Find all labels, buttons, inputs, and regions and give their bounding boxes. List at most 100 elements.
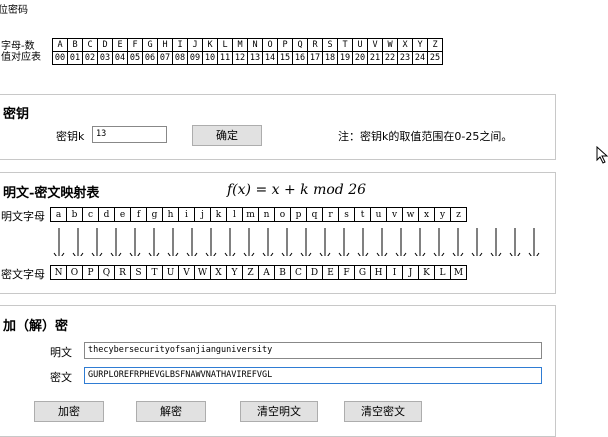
cipher-letter-cell: U (162, 265, 179, 280)
plain-letter-cell: h (162, 207, 179, 222)
plain-letters-row: abcdefghijklmnopqrstuvwxyz (50, 207, 467, 222)
plain-letter-cell: o (274, 207, 291, 222)
down-arrow-icon (414, 228, 426, 256)
down-arrow-icon (319, 228, 331, 256)
code-number-cell: 21 (367, 51, 383, 65)
down-arrow-icon (53, 228, 65, 256)
code-number-cell: 17 (307, 51, 323, 65)
code-number-cell: 04 (112, 51, 128, 65)
code-number-cell: 07 (157, 51, 173, 65)
code-number-cell: 20 (352, 51, 368, 65)
map-panel-title: 明文-密文映射表 (3, 186, 100, 201)
code-number-cell: 00 (52, 51, 68, 65)
down-arrow-icon (167, 228, 179, 256)
plain-letter-cell: u (370, 207, 387, 222)
down-arrow-icon (300, 228, 312, 256)
code-letter-cell: N (247, 38, 263, 52)
plain-letter-cell: n (258, 207, 275, 222)
confirm-button[interactable]: 确定 (192, 125, 262, 146)
plain-letter-cell: s (338, 207, 355, 222)
code-letter-cell: G (142, 38, 158, 52)
code-number-cell: 01 (67, 51, 83, 65)
code-number-cell: 23 (397, 51, 413, 65)
cipher-letter-cell: R (114, 265, 131, 280)
cipher-letter-cell: T (146, 265, 163, 280)
cipher-letter-cell: M (450, 265, 467, 280)
code-number-cell: 16 (292, 51, 308, 65)
code-number-cell: 06 (142, 51, 158, 65)
clear-ciphertext-button[interactable]: 清空密文 (344, 401, 422, 422)
code-letter-cell: P (277, 38, 293, 52)
down-arrow-icon (509, 228, 521, 256)
cipher-letter-cell: Y (226, 265, 243, 280)
down-arrow-icon (186, 228, 198, 256)
down-arrow-icon (528, 228, 540, 256)
cipher-letter-cell: E (322, 265, 339, 280)
code-letter-cell: E (112, 38, 128, 52)
down-arrow-icon (281, 228, 293, 256)
plain-letter-cell: p (290, 207, 307, 222)
code-number-cell: 03 (97, 51, 113, 65)
down-arrow-icon (433, 228, 445, 256)
code-number-cell: 15 (277, 51, 293, 65)
code-numbers-row: 00 01 02 03 04 05 06 07 08 09 10 11 12 13 14 15 16 17 18 19… (52, 51, 443, 65)
plain-letter-cell: f (130, 207, 147, 222)
down-arrow-icon (395, 228, 407, 256)
cipher-letter-cell: P (82, 265, 99, 280)
down-arrow-icon (262, 228, 274, 256)
code-number-cell: 13 (247, 51, 263, 65)
plain-letter-cell: l (226, 207, 243, 222)
code-letter-cell: I (172, 38, 188, 52)
cipher-letters-table: NOPQRSTUVWXYZABCDEFGHIJKLM (50, 265, 467, 280)
down-arrow-icon (376, 228, 388, 256)
ciphertext-input[interactable]: GURPLOREFRPHEVGLBSFNAWVNATHAVIREFVGL (84, 367, 542, 384)
code-number-cell: 22 (382, 51, 398, 65)
code-number-cell: 25 (427, 51, 443, 65)
decrypt-button[interactable]: 解密 (136, 401, 206, 422)
key-input[interactable]: 13 (92, 126, 167, 143)
cipher-letter-cell: B (274, 265, 291, 280)
mouse-cursor-icon (596, 146, 608, 164)
down-arrow-icon (224, 228, 236, 256)
code-letter-cell: Y (412, 38, 428, 52)
crypt-panel-title: 加（解）密 (3, 319, 69, 334)
code-letter-cell: T (337, 38, 353, 52)
key-range-note: 注：密钥k的取值范围在0-25之间。 (338, 130, 513, 143)
encrypt-button[interactable]: 加密 (34, 401, 104, 422)
code-letter-cell: V (367, 38, 383, 52)
code-letter-cell: C (82, 38, 98, 52)
code-letter-cell: U (352, 38, 368, 52)
cipher-letter-cell: J (402, 265, 419, 280)
plain-letter-cell: j (194, 207, 211, 222)
down-arrow-icon (148, 228, 160, 256)
code-number-cell: 08 (172, 51, 188, 65)
plain-letters-table: abcdefghijklmnopqrstuvwxyz (50, 207, 467, 222)
code-letter-cell: O (262, 38, 278, 52)
cipher-letter-cell: F (338, 265, 355, 280)
code-letter-cell: D (97, 38, 113, 52)
code-number-cell: 09 (187, 51, 203, 65)
crypt-panel: 加（解）密 明文 thecybersecurityofsanjiangunive… (0, 305, 556, 437)
key-label: 密钥k (56, 130, 85, 143)
plain-letter-cell: c (82, 207, 99, 222)
down-arrow-icon (91, 228, 103, 256)
down-arrow-icon (129, 228, 141, 256)
clear-plaintext-button[interactable]: 清空明文 (240, 401, 318, 422)
code-number-cell: 11 (217, 51, 233, 65)
cipher-letter-cell: A (258, 265, 275, 280)
code-letter-cell: S (322, 38, 338, 52)
down-arrow-icon (243, 228, 255, 256)
plaintext-input[interactable]: thecybersecurityofsanjianguniversity (84, 342, 542, 359)
cipher-letter-cell: L (434, 265, 451, 280)
cipher-letter-cell: W (194, 265, 211, 280)
cipher-letters-label: 密文字母 (1, 268, 45, 281)
plain-letter-cell: r (322, 207, 339, 222)
code-table: ABCDEFGHIJKLMNOPQRSTUVWXYZ 00 01 02 03 04 05 0… (52, 38, 443, 65)
down-arrow-icon (110, 228, 122, 256)
code-letter-cell: Q (292, 38, 308, 52)
code-number-cell: 14 (262, 51, 278, 65)
code-number-cell: 19 (337, 51, 353, 65)
cipher-letter-cell: C (290, 265, 307, 280)
code-number-cell: 24 (412, 51, 428, 65)
cipher-letters-row: NOPQRSTUVWXYZABCDEFGHIJKLM (50, 265, 467, 280)
